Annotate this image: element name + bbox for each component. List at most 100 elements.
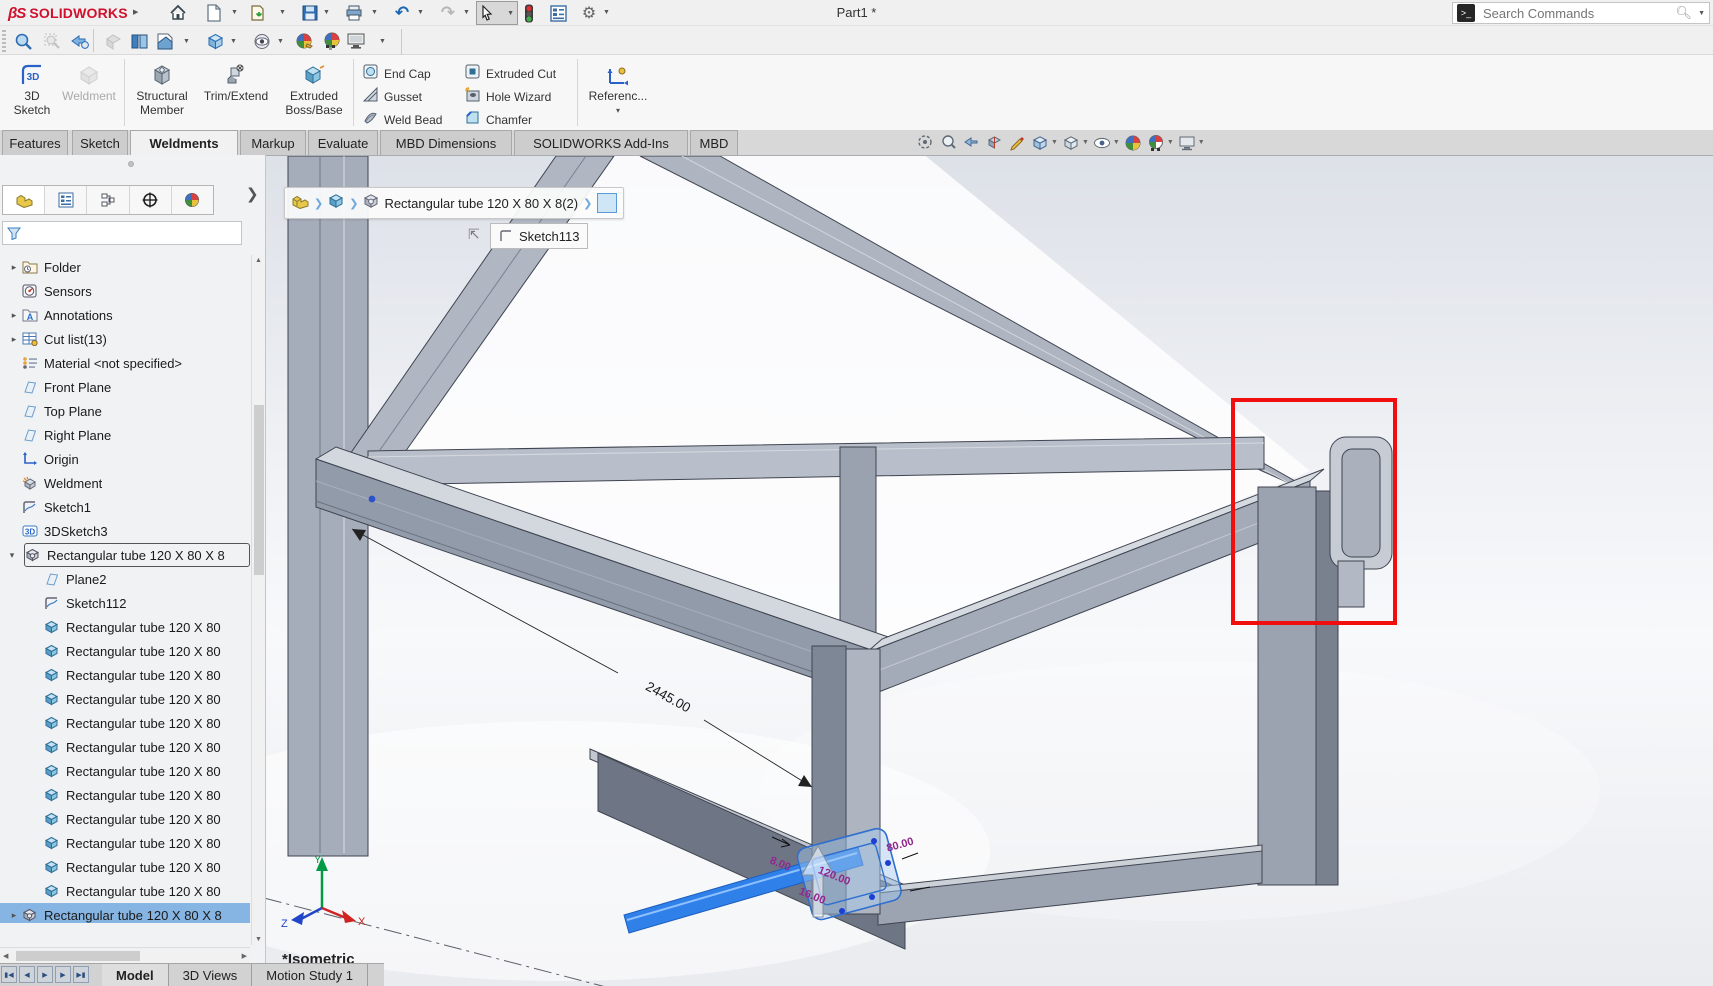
tab-feature-manager[interactable] — [3, 186, 46, 214]
scroll-down-icon[interactable]: ▼ — [255, 936, 262, 943]
tab-features[interactable]: Features — [2, 130, 68, 155]
expand-arrow-icon[interactable]: ▸ — [6, 310, 22, 321]
zoom-area-icon[interactable] — [41, 30, 63, 52]
search-input[interactable] — [1481, 4, 1670, 22]
expand-arrow-icon[interactable]: ▸ — [6, 262, 22, 273]
expand-arrow-icon[interactable]: ▸ — [6, 910, 22, 921]
tree-item-plane2-13[interactable]: Plane2 — [0, 567, 250, 591]
edit-appearance-icon[interactable] — [294, 30, 316, 52]
sketch-point[interactable] — [368, 495, 376, 503]
ribbon-extruded-cut-button[interactable]: Extruded Cut — [464, 63, 556, 85]
tab-sketch[interactable]: Sketch — [72, 130, 128, 155]
tab-dimxpert-manager[interactable] — [129, 186, 172, 214]
active-sketch-chip-icon[interactable] — [597, 193, 618, 213]
sheet-dropdown-icon[interactable]: ▼ — [183, 38, 190, 45]
sketch113-callout[interactable]: Sketch113 — [490, 223, 589, 249]
ribbon-weldment-button[interactable]: Weldment — [60, 57, 118, 128]
tree-item-right-plane-7[interactable]: Right Plane — [0, 423, 250, 447]
feature-cube-icon[interactable] — [363, 193, 379, 214]
filter-input[interactable] — [25, 225, 237, 241]
hud-scene-dropdown-icon[interactable]: ▼ — [1167, 139, 1174, 146]
tree-item-rectangular-tube-120-x-80-19[interactable]: Rectangular tube 120 X 80 — [0, 711, 250, 735]
view-cube-dropdown-icon[interactable]: ▼ — [230, 38, 237, 45]
step-forward-button[interactable]: ▶ — [55, 966, 71, 983]
visibility-eye-icon[interactable] — [251, 30, 273, 52]
tree-item-rectangular-tube-120-x-80-15[interactable]: Rectangular tube 120 X 80 — [0, 615, 250, 639]
tree-item-sensors-1[interactable]: Sensors — [0, 279, 250, 303]
tab-3d-views[interactable]: 3D Views — [169, 964, 253, 986]
tree-item-rectangular-tube-120-x-80-x-8-12[interactable]: ▾ Rectangular tube 120 X 80 X 8 — [10, 543, 250, 567]
hud-section-view-icon[interactable] — [984, 133, 1004, 153]
tab-mbd[interactable]: MBD — [690, 130, 738, 155]
expand-arrow-icon[interactable]: ▾ — [4, 550, 20, 561]
tree-item-rectangular-tube-120-x-80-17[interactable]: Rectangular tube 120 X 80 — [0, 663, 250, 687]
tree-item-rectangular-tube-120-x-80-22[interactable]: Rectangular tube 120 X 80 — [0, 783, 250, 807]
search-box[interactable]: >_ 🔍︎ ▼ — [1452, 2, 1710, 24]
tree-item-rectangular-tube-120-x-80-x-8-27[interactable]: ▸ Rectangular tube 120 X 80 X 8 — [0, 903, 250, 923]
panel-expand-icon[interactable]: ❯ — [246, 185, 259, 203]
selection-breadcrumb[interactable]: ❯ ❯ Rectangular tube 120 X 80 X 8(2) ❯ — [284, 187, 625, 219]
part-icon[interactable] — [291, 193, 309, 214]
scrollbar-thumb[interactable] — [254, 405, 264, 575]
tab-display-manager[interactable] — [171, 186, 214, 214]
hud-display-dropdown-icon[interactable]: ▼ — [1082, 139, 1089, 146]
tree-item-weldment-9[interactable]: Weldment — [0, 471, 250, 495]
search-icon[interactable]: 🔍︎ — [1676, 5, 1693, 21]
breadcrumb-feature-label[interactable]: Rectangular tube 120 X 80 X 8(2) — [384, 196, 578, 211]
hud-view-settings-icon[interactable] — [1177, 133, 1197, 153]
zoom-fit-icon[interactable] — [12, 30, 34, 52]
tree-filter-box[interactable] — [2, 221, 242, 245]
ribbon-weld-bead-button[interactable]: Weld Bead — [362, 109, 442, 131]
hud-settings-dropdown-icon[interactable]: ▼ — [1198, 139, 1205, 146]
rewind-start-button[interactable]: ▮◀ — [1, 966, 17, 983]
ribbon-structural-member-button[interactable]: Structural Member — [130, 57, 194, 128]
ribbon-3d-sketch-button[interactable]: 3D 3D Sketch — [6, 57, 58, 128]
hud-orientation-dropdown-icon[interactable]: ▼ — [1051, 139, 1058, 146]
forward-end-button[interactable]: ▶▮ — [73, 966, 89, 983]
hud-view-orientation-icon[interactable] — [1030, 133, 1050, 153]
hud-display-style-icon[interactable] — [1061, 133, 1081, 153]
hud-zoom-fit-icon[interactable] — [915, 133, 935, 153]
section-view-icon[interactable] — [102, 30, 124, 52]
tree-item-sketch1-10[interactable]: Sketch1 — [0, 495, 250, 519]
tree-horizontal-scrollbar[interactable]: ◀ ▶ — [0, 947, 250, 963]
tree-item-origin-8[interactable]: Origin — [0, 447, 250, 471]
display-pane-icon[interactable] — [128, 30, 150, 52]
view-cube-icon[interactable] — [204, 30, 226, 52]
hud-hide-show-icon[interactable] — [1092, 133, 1112, 153]
tab-model[interactable]: Model — [102, 964, 169, 986]
tree-item-rectangular-tube-120-x-80-26[interactable]: Rectangular tube 120 X 80 — [0, 879, 250, 903]
tree-item-sketch112-14[interactable]: Sketch112 — [0, 591, 250, 615]
tab-weldments[interactable]: Weldments — [130, 130, 238, 155]
drawing-sheet-icon[interactable] — [154, 30, 176, 52]
body-icon[interactable] — [328, 193, 344, 214]
view-settings-monitor-icon[interactable] — [345, 30, 367, 52]
tree-item-rectangular-tube-120-x-80-16[interactable]: Rectangular tube 120 X 80 — [0, 639, 250, 663]
tree-item-cut-list-13-3[interactable]: ▸ Cut list(13) — [0, 327, 250, 351]
expand-arrow-icon[interactable]: ▸ — [6, 334, 22, 345]
scroll-up-icon[interactable]: ▲ — [255, 257, 262, 264]
hud-previous-view-icon[interactable] — [961, 133, 981, 153]
ribbon-reference-geometry-button[interactable]: Referenc... ▾ — [583, 57, 653, 128]
ribbon-trim-extend-button[interactable]: Trim/Extend — [200, 57, 272, 128]
tree-item-rectangular-tube-120-x-80-24[interactable]: Rectangular tube 120 X 80 — [0, 831, 250, 855]
tree-item-3dsketch3-11[interactable]: 3D 3DSketch3 — [0, 519, 250, 543]
tab-property-manager[interactable] — [45, 186, 88, 214]
tree-item-annotations-2[interactable]: ▸ A Annotations — [0, 303, 250, 327]
tab-configuration-manager[interactable] — [87, 186, 130, 214]
search-dropdown-icon[interactable]: ▼ — [1698, 10, 1705, 17]
scrollbar-thumb[interactable] — [16, 951, 140, 961]
scroll-right-icon[interactable]: ▶ — [242, 952, 247, 960]
tree-item-top-plane-6[interactable]: Top Plane — [0, 399, 250, 423]
ribbon-gusset-button[interactable]: Gusset — [362, 86, 422, 108]
tree-item-front-plane-5[interactable]: Front Plane — [0, 375, 250, 399]
hud-sketch-annotation-icon[interactable] — [1007, 133, 1027, 153]
tree-item-rectangular-tube-120-x-80-21[interactable]: Rectangular tube 120 X 80 — [0, 759, 250, 783]
tree-vertical-scrollbar[interactable]: ▲ ▼ — [251, 255, 265, 945]
ribbon-chamfer-button[interactable]: Chamfer — [464, 109, 532, 131]
apply-scene-icon[interactable] — [321, 30, 343, 52]
ribbon-hole-wizard-button[interactable]: Hole Wizard — [464, 86, 551, 108]
previous-view-icon[interactable] — [69, 30, 91, 52]
tree-item-rectangular-tube-120-x-80-23[interactable]: Rectangular tube 120 X 80 — [0, 807, 250, 831]
tab-evaluate[interactable]: Evaluate — [308, 130, 378, 155]
